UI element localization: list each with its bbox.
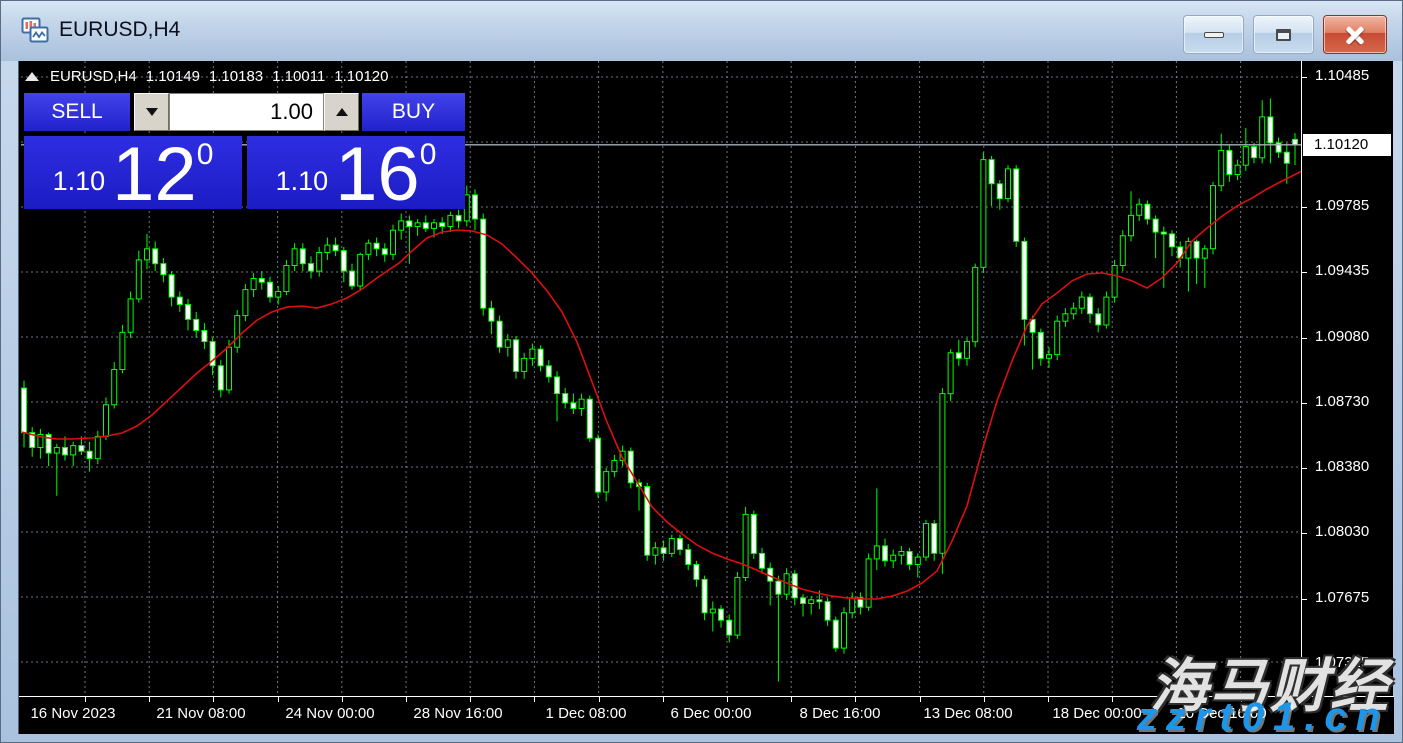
price-axis-label: 1.08030 xyxy=(1315,523,1369,540)
price-axis-label: 1.09080 xyxy=(1315,328,1369,345)
time-axis-tick xyxy=(213,697,214,702)
time-axis-label: 1 Dec 08:00 xyxy=(546,705,627,722)
sell-button[interactable]: SELL xyxy=(24,93,130,131)
price-axis-tick xyxy=(1302,77,1307,78)
buy-price-pips: 16 xyxy=(335,146,420,204)
buy-price-point: 0 xyxy=(420,138,437,172)
time-axis-tick xyxy=(278,697,279,702)
sell-price-pips: 12 xyxy=(112,146,197,204)
price-axis-tick xyxy=(1302,403,1307,404)
time-axis-tick xyxy=(599,697,600,702)
time-axis-tick xyxy=(1112,697,1113,702)
price-axis[interactable]: 1.10485 1.09785 1.09435 1.09080 1.08730 1.083… xyxy=(1301,61,1394,696)
current-price-tag: 1.10120 xyxy=(1303,134,1391,156)
lot-dropdown-button[interactable] xyxy=(134,93,169,131)
time-axis-label: 24 Nov 00:00 xyxy=(285,705,374,722)
mt4-chart-window: EURUSD,H4 EURUSD,H4 1.10149 1.10183 1.10… xyxy=(0,0,1403,743)
price-axis-label: 1.07675 xyxy=(1315,589,1369,606)
time-axis-tick xyxy=(534,697,535,702)
time-axis-tick xyxy=(855,697,856,702)
lot-increment-button[interactable] xyxy=(324,93,359,131)
time-axis-label: 8 Dec 16:00 xyxy=(800,705,881,722)
header-open: 1.10149 xyxy=(146,68,200,85)
time-axis-label: 18 Dec 00:00 xyxy=(1052,705,1141,722)
minimize-button[interactable] xyxy=(1183,15,1244,54)
panel-collapse-icon[interactable] xyxy=(25,72,39,81)
price-axis-tick xyxy=(1302,207,1307,208)
price-axis-label: 1.08380 xyxy=(1315,458,1369,475)
time-axis-label: 21 Nov 08:00 xyxy=(156,705,245,722)
sell-price-quote[interactable]: 1.10 12 0 xyxy=(24,136,242,209)
close-button[interactable] xyxy=(1323,15,1387,54)
buy-price-quote[interactable]: 1.10 16 0 xyxy=(247,136,465,209)
time-axis-tick xyxy=(663,697,664,702)
time-axis-tick xyxy=(984,697,985,702)
price-axis-tick xyxy=(1302,272,1307,273)
time-axis-label: 28 Nov 16:00 xyxy=(413,705,502,722)
price-axis-label: 1.09785 xyxy=(1315,197,1369,214)
one-click-trading-panel: SELL BUY 1.10 12 0 1.10 16 0 xyxy=(24,93,465,209)
header-low: 1.10011 xyxy=(272,68,325,85)
price-axis-tick xyxy=(1302,599,1307,600)
header-close: 1.10120 xyxy=(334,68,388,85)
time-axis-tick xyxy=(406,697,407,702)
chart-client-area: EURUSD,H4 1.10149 1.10183 1.10011 1.1012… xyxy=(18,61,1393,734)
price-axis-label: 1.10485 xyxy=(1315,67,1369,84)
time-axis-tick xyxy=(727,697,728,702)
header-high: 1.10183 xyxy=(209,68,263,85)
price-axis-tick xyxy=(1302,533,1307,534)
time-axis-tick xyxy=(85,697,86,702)
restore-icon xyxy=(1276,29,1291,41)
buy-price-major: 1.10 xyxy=(276,166,329,197)
price-axis-label: 1.08730 xyxy=(1315,393,1369,410)
buy-button[interactable]: BUY xyxy=(362,93,465,131)
sell-price-major: 1.10 xyxy=(53,166,106,197)
window-title: EURUSD,H4 xyxy=(59,18,180,42)
chevron-down-icon xyxy=(146,108,158,116)
time-axis-tick xyxy=(1048,697,1049,702)
time-axis-label: 16 Nov 2023 xyxy=(30,705,115,722)
minimize-icon xyxy=(1204,32,1224,38)
price-axis-tick xyxy=(1302,468,1307,469)
time-axis-tick xyxy=(470,697,471,702)
watermark-url: zzrt01.cn xyxy=(1137,695,1389,740)
lot-size-input[interactable] xyxy=(169,93,324,131)
close-icon xyxy=(1345,25,1365,45)
time-axis-tick xyxy=(791,697,792,702)
price-axis-label: 1.09435 xyxy=(1315,262,1369,279)
time-axis-label: 13 Dec 08:00 xyxy=(923,705,1012,722)
ohlc-header: EURUSD,H4 1.10149 1.10183 1.10011 1.1012… xyxy=(25,68,398,85)
price-axis-tick xyxy=(1302,338,1307,339)
time-axis-tick xyxy=(149,697,150,702)
time-axis-tick xyxy=(342,697,343,702)
header-symbol: EURUSD,H4 xyxy=(50,68,137,85)
chevron-up-icon xyxy=(336,108,348,116)
title-bar[interactable]: EURUSD,H4 xyxy=(1,1,1402,61)
restore-button[interactable] xyxy=(1253,15,1314,54)
time-axis-label: 6 Dec 00:00 xyxy=(671,705,752,722)
time-axis-tick xyxy=(920,697,921,702)
chart-window-icon xyxy=(21,17,49,43)
sell-price-point: 0 xyxy=(197,138,214,172)
